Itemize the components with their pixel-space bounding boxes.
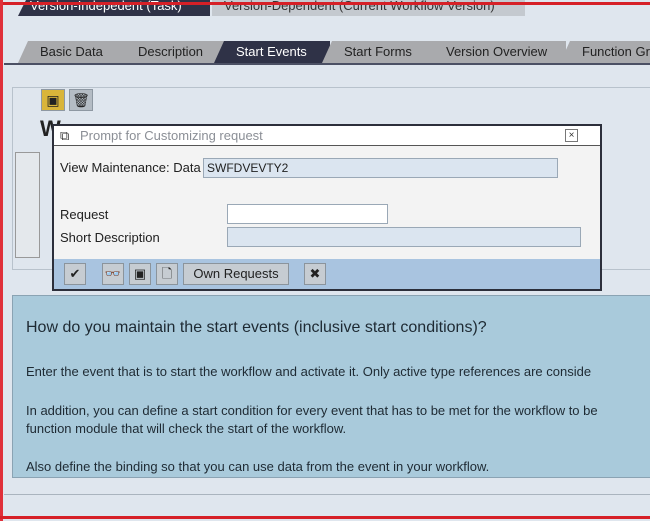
dialog-toolbar: ✔ 👓 ▣ 🗋 Own Requests ✖ [54,259,600,289]
cancel-x-icon[interactable]: ✖ [304,263,326,285]
tab-start-events[interactable]: Start Events [214,41,330,63]
tab-function-group[interactable]: Function Gr [560,41,650,63]
toggle-icon-button[interactable]: ▣ [41,89,65,111]
confirm-check-icon[interactable]: ✔ [64,263,86,285]
toggle-icon[interactable]: ▣ [129,263,151,285]
tab-description[interactable]: Description [116,41,226,63]
view-maintenance-label: View Maintenance: Data [60,160,201,175]
view-maintenance-field: SWFDVEVTY2 [203,158,558,178]
close-icon[interactable]: × [565,129,578,142]
table-row-selector[interactable] [15,152,40,258]
frame-border-bottom [0,516,650,519]
short-description-field [227,227,581,247]
create-document-icon[interactable]: 🗋 [156,263,178,285]
delete-icon-button[interactable]: 🗑 [69,89,93,111]
status-divider [4,494,650,495]
frame-border-top [0,2,650,5]
tab-version-overview[interactable]: Version Overview [424,41,566,63]
short-description-label: Short Description [60,230,160,245]
tab-start-forms[interactable]: Start Forms [322,41,434,63]
help-paragraph-2: In addition, you can define a start cond… [26,403,598,418]
help-heading: How do you maintain the start events (in… [26,319,487,336]
request-label: Request [60,207,109,222]
dialog-title-text: Prompt for Customizing request [80,128,263,143]
dialog-title: ⧉ Prompt for Customizing request × [54,126,600,146]
own-requests-button[interactable]: Own Requests [183,263,289,285]
tab-divider [4,63,650,65]
request-input[interactable] [227,204,388,224]
window-icon: ⧉ [60,128,70,143]
tab-basic-data[interactable]: Basic Data [18,41,126,63]
help-paragraph-1: Enter the event that is to start the wor… [26,364,592,379]
customizing-request-dialog: ⧉ Prompt for Customizing request × View M… [52,124,602,291]
frame-border-left [0,0,3,521]
display-glasses-icon[interactable]: 👓 [102,263,124,285]
help-paragraph-2-cont: function module that will check the star… [26,421,347,436]
help-paragraph-3: Also define the binding so that you can … [26,459,490,474]
help-panel: How do you maintain the start events (in… [12,295,650,478]
